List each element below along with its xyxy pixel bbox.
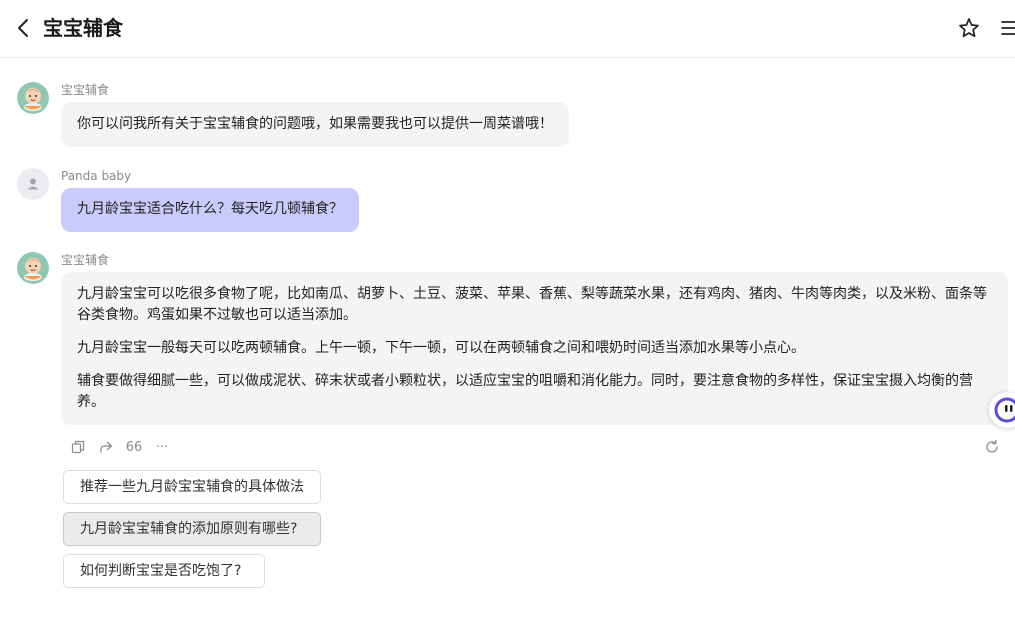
message-paragraph: 辅食要做得细腻一些，可以做成泥状、碎末状或者小颗粒状，以适应宝宝的咀嚼和消化能力… <box>77 373 973 410</box>
bot-avatar <box>17 82 49 114</box>
message-actions: 66 ··· <box>68 437 180 457</box>
person-icon <box>27 178 39 190</box>
chat-header: 宝宝辅食 <box>0 0 1015 58</box>
share-button[interactable] <box>96 437 116 457</box>
bot-message-bubble: 你可以问我所有关于宝宝辅食的问题哦，如果需要我也可以提供一周菜谱哦！ <box>61 102 569 147</box>
user-message-bubble: 九月龄宝宝适合吃什么？每天吃几顿辅食？ <box>61 188 359 232</box>
sender-name: 宝宝辅食 <box>61 83 110 97</box>
share-icon <box>100 441 113 453</box>
suggested-question[interactable]: 如何判断宝宝是否吃饱了? <box>63 554 265 588</box>
baby-food-avatar-icon <box>17 252 49 284</box>
bot-message-bubble: 九月龄宝宝可以吃很多食物了呢，比如南瓜、胡萝卜、土豆、菠菜、苹果、香蕉、梨等蔬菜… <box>61 272 1008 425</box>
message-paragraph: 九月龄宝宝可以吃很多食物了呢，比如南瓜、胡萝卜、土豆、菠菜、苹果、香蕉、梨等蔬菜… <box>77 286 987 323</box>
page-title: 宝宝辅食 <box>43 16 123 40</box>
star-icon <box>959 18 979 38</box>
quote-button[interactable]: 66 <box>124 437 144 457</box>
suggested-question[interactable]: 推荐一些九月龄宝宝辅食的具体做法 <box>63 470 321 504</box>
message-text: 你可以问我所有关于宝宝辅食的问题哦，如果需要我也可以提供一周菜谱哦！ <box>77 116 553 132</box>
sender-name: Panda baby <box>61 169 132 183</box>
message-text: 九月龄宝宝适合吃什么？每天吃几顿辅食？ <box>77 201 343 217</box>
chevron-left-icon <box>18 19 28 37</box>
message-paragraph: 九月龄宝宝一般每天可以吃两顿辅食。上午一顿，下午一顿，可以在两顿辅食之间和喂奶时… <box>77 340 805 356</box>
copy-button[interactable] <box>68 437 88 457</box>
menu-icon <box>1001 21 1015 35</box>
back-button[interactable] <box>12 16 34 40</box>
more-button[interactable]: ··· <box>152 437 172 457</box>
favorite-button[interactable] <box>957 16 981 40</box>
sender-name: 宝宝辅食 <box>61 253 110 267</box>
copy-icon <box>71 440 85 454</box>
bot-avatar <box>17 252 49 284</box>
user-avatar <box>17 168 49 200</box>
regenerate-button[interactable] <box>983 438 1001 456</box>
baby-food-avatar-icon <box>17 82 49 114</box>
refresh-icon <box>986 439 998 453</box>
menu-button[interactable] <box>999 16 1015 40</box>
suggested-question[interactable]: 九月龄宝宝辅食的添加原则有哪些? <box>63 512 321 546</box>
